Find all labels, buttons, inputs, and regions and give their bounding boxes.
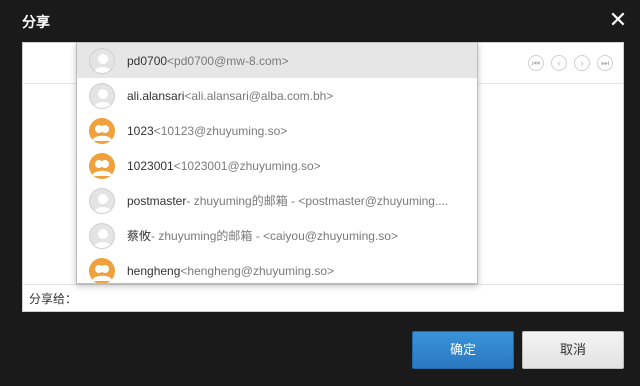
avatar [89,222,115,249]
contact-email: <ali.alansari@alba.com.bh> [184,88,334,103]
contact-suggestion-item[interactable]: 蔡攸 - zhuyuming的邮箱 - <caiyou@zhuyuming.so… [77,218,477,253]
avatar [89,47,115,74]
contact-suggestion-item[interactable]: 1023 <10123@zhuyuming.so> [77,113,477,148]
user-avatar-icon [94,53,112,73]
close-icon[interactable]: ✕ [606,8,630,32]
contact-email: - zhuyuming的邮箱 - <caiyou@zhuyuming.so> [151,229,398,243]
contact-name: 1023 [127,123,154,138]
avatar [89,257,115,283]
next-page-icon[interactable]: › [574,55,590,71]
pager: ⏮ ‹ › ⏭ [528,55,613,71]
dialog-titlebar: 分享 ✕ [0,0,640,42]
contact-suggestion-item[interactable]: 1023001 <1023001@zhuyuming.so> [77,148,477,183]
first-page-icon[interactable]: ⏮ [528,55,544,71]
group-avatar-icon [92,124,112,141]
dialog-title: 分享 [22,14,50,30]
share-to-bar[interactable]: 分享给： [23,284,623,311]
contact-suggestion-item[interactable]: ali.alansari <ali.alansari@alba.com.bh> [77,78,477,113]
avatar [89,187,115,214]
confirm-button[interactable]: 确定 [412,331,514,369]
contact-email: <pd0700@mw-8.com> [167,53,289,68]
contact-suggestion-item[interactable]: postmaster - zhuyuming的邮箱 - <postmaster@… [77,183,477,218]
contact-email: <10123@zhuyuming.so> [153,123,288,138]
avatar [89,82,115,109]
contact-name: ali.alansari [127,88,185,103]
user-avatar-icon [94,193,112,213]
contact-name: postmaster [127,193,187,208]
user-avatar-icon [94,88,112,108]
cancel-button[interactable]: 取消 [522,331,624,369]
prev-page-icon[interactable]: ‹ [551,55,567,71]
contact-email: - zhuyuming的邮箱 - <postmaster@zhuyuming..… [186,194,449,208]
contact-name: 1023001 [127,158,174,173]
group-avatar-icon [92,159,112,176]
share-to-label: 分享给： [29,292,78,306]
share-dialog: 分享 ✕ ⏮ ‹ › ⏭ 分享给： pd0700 <pd0700@mw-8.co… [0,0,640,386]
avatar [89,152,115,179]
avatar [89,117,115,144]
contact-name: pd0700 [127,53,168,68]
group-avatar-icon [92,264,112,281]
contact-email: <hengheng@zhuyuming.so> [180,263,335,278]
contact-suggestion-list[interactable]: pd0700 <pd0700@mw-8.com> ali.alansari <a… [76,42,478,284]
contact-name: hengheng [127,263,181,278]
contact-name: 蔡攸 [127,229,152,243]
last-page-icon[interactable]: ⏭ [597,55,613,71]
contact-email: <1023001@zhuyuming.so> [173,158,321,173]
contact-suggestion-item[interactable]: hengheng <hengheng@zhuyuming.so> [77,253,477,283]
user-avatar-icon [94,228,112,248]
contact-suggestion-item[interactable]: pd0700 <pd0700@mw-8.com> [77,43,477,78]
